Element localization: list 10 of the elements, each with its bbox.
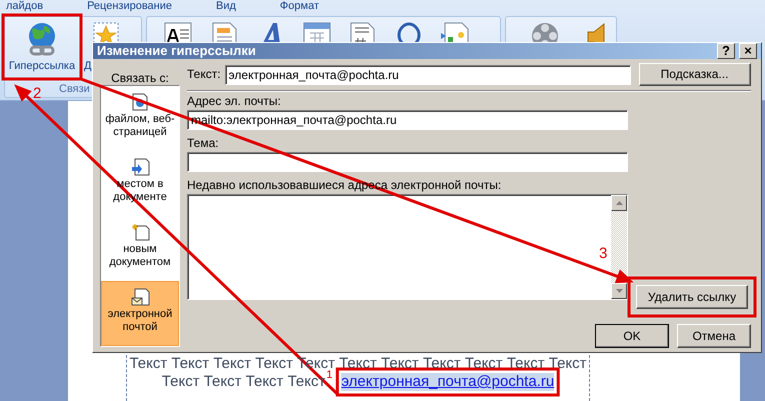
field-label: Адрес эл. почты: [187,94,282,108]
field-label: Связать с: [111,71,169,85]
field-label: Тема: [187,136,220,150]
step-number: 1 [326,369,332,381]
step-number: 3 [599,245,608,262]
group-label: Связи [59,83,90,95]
step-number: 2 [33,85,42,102]
field-label: Текст: [187,67,221,82]
body-text: Текст Текст Текст Текст [162,373,326,391]
dialog-title: Изменение гиперссылки [97,43,257,59]
